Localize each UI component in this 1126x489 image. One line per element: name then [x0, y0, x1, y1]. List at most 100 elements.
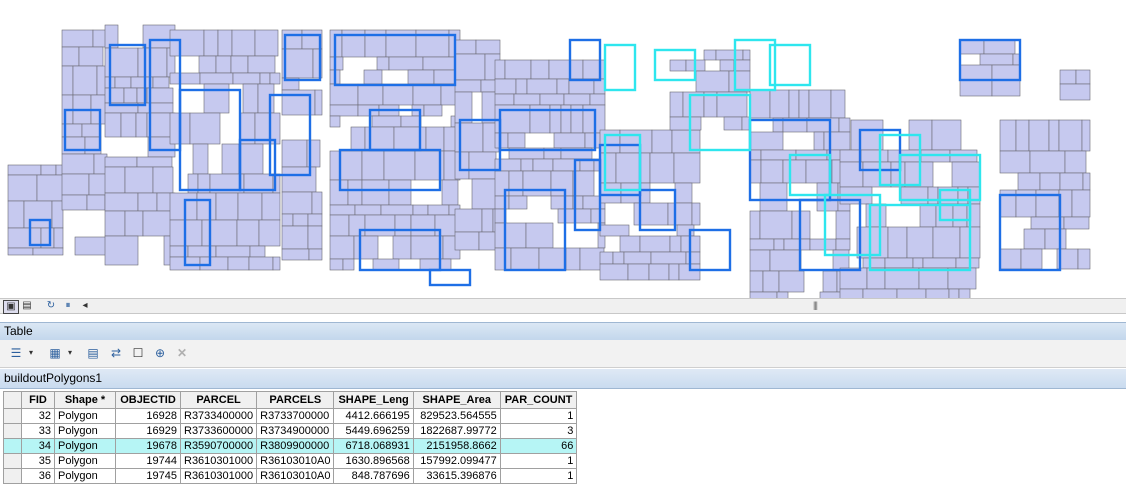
parcel-polygon[interactable] [835, 238, 851, 251]
cell-shape-area[interactable]: 33615.396876 [412, 468, 501, 484]
parcel-polygon[interactable] [835, 210, 851, 240]
select-by-attributes-icon[interactable]: ▤ [84, 345, 102, 361]
parcel-polygon[interactable] [648, 263, 670, 281]
cell-par-count[interactable]: 1 [499, 453, 578, 469]
parcel-polygon[interactable] [922, 257, 957, 269]
parcel-polygon[interactable] [61, 153, 95, 175]
parcel-polygon[interactable] [169, 192, 198, 221]
table-row[interactable]: 33 Polygon 16929 R3733600000 R3734900000… [3, 423, 578, 439]
parcel-polygon[interactable] [999, 119, 1017, 152]
parcel-polygon[interactable] [525, 222, 554, 249]
parcel-polygon[interactable] [507, 132, 526, 149]
parcel-polygon[interactable] [749, 270, 764, 293]
cell-shape-area[interactable]: 157992.099477 [412, 453, 501, 469]
row-selector[interactable] [3, 468, 22, 484]
parcel-polygon[interactable] [823, 131, 851, 151]
parcel-polygon[interactable] [649, 152, 675, 184]
parcel-polygon[interactable] [651, 129, 673, 154]
parcel-polygon[interactable] [896, 288, 927, 298]
parcel-polygon[interactable] [1015, 119, 1030, 152]
parcel-polygon[interactable] [257, 83, 275, 114]
parcel-polygon[interactable] [329, 104, 359, 117]
parcel-polygon[interactable] [850, 119, 884, 151]
parcel-polygon[interactable] [311, 191, 323, 215]
parcel-polygon[interactable] [623, 251, 652, 265]
parcel-polygon[interactable] [769, 89, 790, 119]
parcel-polygon[interactable] [189, 112, 221, 145]
parcel-polygon[interactable] [599, 251, 614, 265]
cell-shape[interactable]: Polygon [54, 423, 116, 439]
parcel-polygon[interactable] [104, 166, 126, 194]
parcel-polygon[interactable] [778, 270, 805, 293]
cell-shape-leng[interactable]: 848.787696 [333, 468, 414, 484]
parcel-polygon[interactable] [667, 202, 693, 226]
parcel-polygon[interactable] [221, 143, 240, 175]
parcel-polygon[interactable] [249, 245, 266, 258]
parcel-polygon[interactable] [394, 214, 412, 237]
parcel-polygon[interactable] [749, 210, 761, 240]
cell-shape-leng[interactable]: 6718.068931 [333, 438, 414, 454]
parcel-polygon[interactable] [1071, 189, 1091, 218]
parcel-map[interactable] [0, 0, 1126, 298]
parcel-polygon[interactable] [152, 76, 170, 89]
parcel-polygon[interactable] [72, 65, 98, 96]
parcel-polygon[interactable] [199, 256, 229, 271]
parcel-polygon[interactable] [354, 204, 382, 216]
parcel-polygon[interactable] [979, 53, 1014, 66]
parcel-polygon[interactable] [773, 238, 785, 251]
parcel-polygon[interactable] [599, 152, 617, 184]
parcel-polygon[interactable] [307, 225, 323, 250]
cell-fid[interactable]: 33 [21, 423, 55, 439]
parcel-polygon[interactable] [906, 226, 934, 259]
parcel-polygon[interactable] [281, 248, 310, 261]
parcel-polygon[interactable] [124, 210, 144, 237]
parcel-polygon[interactable] [532, 158, 554, 172]
parcel-polygon[interactable] [329, 204, 356, 216]
parcel-polygon[interactable] [856, 226, 889, 259]
parcel-polygon[interactable] [619, 129, 653, 154]
parcel-polygon[interactable] [308, 248, 323, 261]
parcel-polygon[interactable] [900, 186, 929, 205]
cell-par-count[interactable]: 1 [499, 408, 578, 424]
parcel-polygon[interactable] [427, 204, 450, 216]
parcel-polygon[interactable] [361, 150, 385, 181]
cell-fid[interactable]: 34 [21, 438, 55, 454]
column-header[interactable]: OBJECTID [115, 391, 181, 409]
parcel-polygon[interactable] [231, 29, 256, 57]
parcel-polygon[interactable] [999, 150, 1031, 174]
parcel-polygon[interactable] [1075, 69, 1091, 85]
parcel-polygon[interactable] [798, 89, 810, 119]
cell-fid[interactable]: 32 [21, 408, 55, 424]
layout-view-icon[interactable]: ▤ [21, 300, 33, 312]
parcel-polygon[interactable] [695, 70, 730, 93]
parcel-polygon[interactable] [342, 258, 355, 271]
parcel-polygon[interactable] [281, 213, 294, 227]
parcel-polygon[interactable] [61, 46, 80, 67]
parcel-polygon[interactable] [104, 210, 126, 237]
parcel-polygon[interactable] [952, 203, 968, 228]
parcel-polygon[interactable] [935, 203, 954, 228]
parcel-polygon[interactable] [104, 87, 125, 104]
parcel-polygon[interactable] [1028, 119, 1050, 152]
pause-icon[interactable]: ⏸ [62, 300, 74, 312]
parcel-polygon[interactable] [272, 256, 281, 271]
parcel-polygon[interactable] [983, 39, 1016, 55]
parcel-polygon[interactable] [839, 288, 864, 298]
parcel-polygon[interactable] [454, 53, 486, 81]
cell-shape-area[interactable]: 829523.564555 [412, 408, 501, 424]
parcel-polygon[interactable] [371, 115, 402, 128]
delete-selected-icon[interactable]: ✕ [173, 345, 191, 361]
parcel-polygon[interactable] [203, 83, 230, 114]
parcel-polygon[interactable] [951, 161, 981, 188]
parcel-polygon[interactable] [830, 89, 846, 119]
row-selector[interactable] [3, 453, 22, 469]
parcel-polygon[interactable] [620, 182, 651, 204]
parcel-polygon[interactable] [959, 39, 985, 55]
table-options-dropdown-icon[interactable]: ▾ [27, 345, 35, 361]
parcel-polygon[interactable] [74, 236, 108, 256]
parcel-polygon[interactable] [494, 132, 509, 149]
parcel-polygon[interactable] [513, 93, 541, 106]
column-header[interactable]: FID [21, 391, 55, 409]
parcel-polygon[interactable] [723, 116, 743, 131]
parcel-polygon[interactable] [388, 179, 412, 206]
